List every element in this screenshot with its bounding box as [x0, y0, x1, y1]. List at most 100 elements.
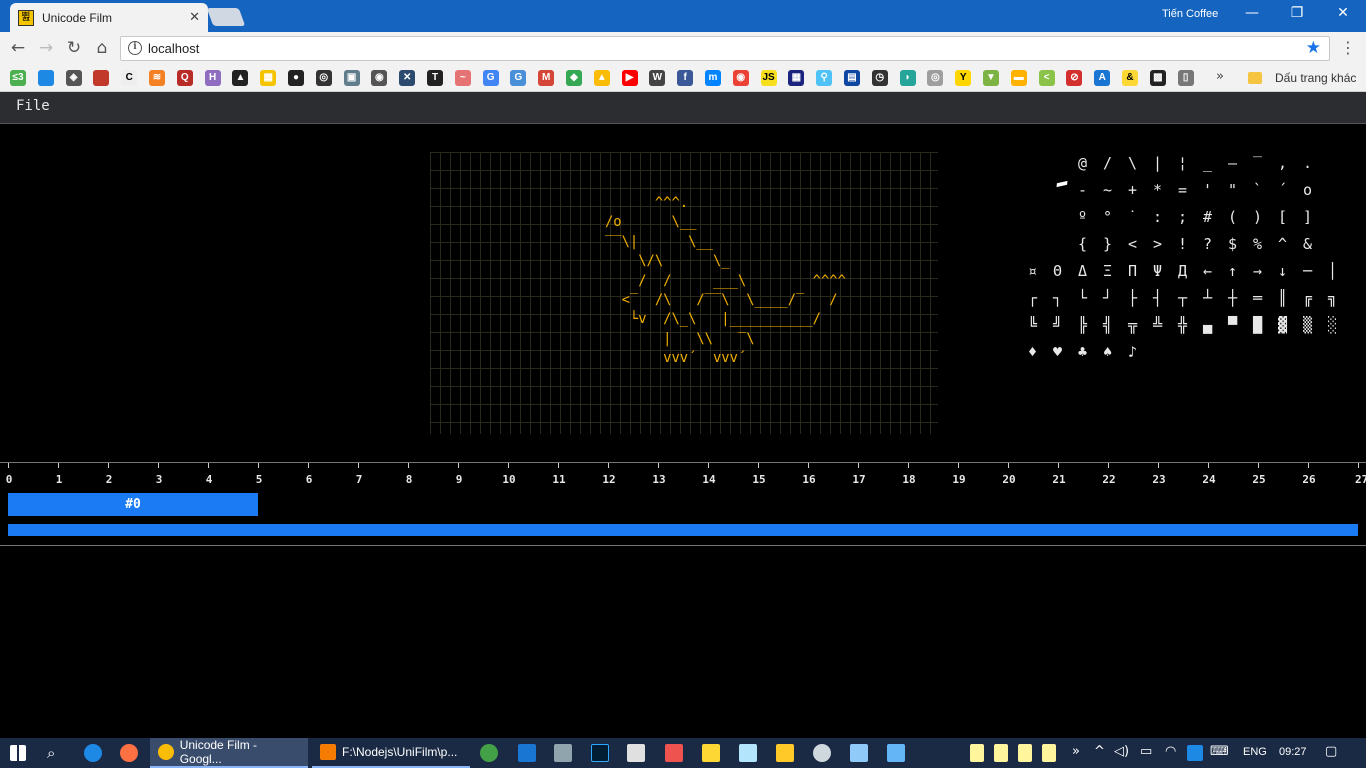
bookmark-icon[interactable]: [93, 70, 110, 86]
bookmark-icon[interactable]: ⊘: [1066, 70, 1083, 86]
battery-icon[interactable]: ▭: [1140, 744, 1152, 759]
wifi-icon[interactable]: ◠: [1165, 744, 1176, 759]
palette-char[interactable]: ┤: [1145, 285, 1170, 312]
maximize-icon[interactable]: ❐: [1285, 5, 1309, 21]
app-icon[interactable]: [554, 744, 572, 762]
sticky-note-icon[interactable]: [1018, 744, 1032, 762]
bookmark-icon[interactable]: ▦: [788, 70, 805, 86]
bookmark-icon[interactable]: M: [538, 70, 555, 86]
firefox-icon[interactable]: [120, 744, 138, 762]
palette-char[interactable]: ‾: [1245, 150, 1270, 177]
palette-char[interactable]: ▀: [1220, 312, 1245, 339]
palette-char[interactable]: :: [1145, 204, 1170, 231]
bookmark-icon[interactable]: ◆: [566, 70, 582, 86]
app-icon[interactable]: [850, 744, 868, 762]
palette-char[interactable]: ;: [1170, 204, 1195, 231]
palette-char[interactable]: ?: [1195, 231, 1220, 258]
palette-char[interactable]: ,: [1270, 150, 1295, 177]
app-icon[interactable]: [887, 744, 905, 762]
palette-char[interactable]: [: [1270, 204, 1295, 231]
palette-char[interactable]: -: [1070, 177, 1095, 204]
palette-char[interactable]: Д: [1170, 258, 1195, 285]
palette-char[interactable]: ┬: [1170, 285, 1195, 312]
palette-char[interactable]: *: [1145, 177, 1170, 204]
palette-char[interactable]: !: [1170, 231, 1195, 258]
address-bar[interactable]: i localhost ★: [120, 36, 1330, 61]
palette-char[interactable]: └: [1070, 285, 1095, 312]
sticky-note-icon[interactable]: [994, 744, 1008, 762]
bookmark-icon[interactable]: ⚲: [816, 70, 833, 86]
palette-char[interactable]: ´: [1270, 177, 1295, 204]
palette-char[interactable]: →: [1245, 258, 1270, 285]
bookmark-icon[interactable]: ~: [454, 70, 471, 86]
notepad-icon[interactable]: [739, 744, 757, 762]
palette-char[interactable]: }: [1095, 231, 1120, 258]
palette-char[interactable]: Δ: [1070, 258, 1095, 285]
palette-char[interactable]: |: [1145, 150, 1170, 177]
palette-char[interactable]: `: [1245, 177, 1270, 204]
bookmark-icon[interactable]: ▣: [343, 70, 360, 86]
settings-icon[interactable]: [813, 744, 831, 762]
bookmark-icon[interactable]: f: [677, 70, 694, 86]
bookmark-icon[interactable]: C: [121, 70, 138, 86]
palette-char[interactable]: @: [1070, 150, 1095, 177]
back-icon[interactable]: ←: [8, 38, 28, 58]
palette-char[interactable]: ╠: [1070, 312, 1095, 339]
palette-char[interactable]: °: [1095, 204, 1120, 231]
palette-char[interactable]: ╩: [1145, 312, 1170, 339]
palette-char[interactable]: ': [1195, 177, 1220, 204]
palette-char[interactable]: ♥: [1045, 339, 1070, 366]
bookmark-icon[interactable]: T: [427, 70, 443, 86]
palette-char[interactable]: (: [1220, 204, 1245, 231]
app-icon[interactable]: [480, 744, 498, 762]
palette-char[interactable]: Θ: [1045, 258, 1070, 285]
photoshop-icon[interactable]: [591, 744, 609, 762]
palette-char[interactable]: ]: [1295, 204, 1320, 231]
palette-char[interactable]: ▒: [1295, 312, 1320, 339]
palette-char[interactable]: ˙: [1120, 204, 1145, 231]
bookmark-icon[interactable]: ▶: [621, 70, 638, 86]
palette-char[interactable]: ~: [1095, 177, 1120, 204]
bookmark-icon[interactable]: ▩: [1149, 70, 1166, 86]
palette-char[interactable]: ▓: [1270, 312, 1295, 339]
bookmark-icon[interactable]: ▲: [232, 70, 249, 86]
menu-file[interactable]: File: [16, 98, 50, 114]
info-icon[interactable]: i: [128, 41, 142, 55]
palette-char[interactable]: /: [1095, 150, 1120, 177]
palette-char[interactable]: ║: [1270, 285, 1295, 312]
sticky-note-icon[interactable]: [970, 744, 984, 762]
edge-icon[interactable]: [84, 744, 102, 762]
bookmark-icon[interactable]: ▼: [983, 70, 999, 86]
keyboard-icon[interactable]: ⌨: [1210, 744, 1229, 759]
bookmark-icon[interactable]: ◷: [871, 70, 888, 86]
bookmark-icon[interactable]: ◉: [732, 70, 749, 86]
palette-char[interactable]: ┐: [1045, 285, 1070, 312]
language-indicator[interactable]: ENG: [1243, 746, 1267, 758]
palette-char[interactable]: ^: [1270, 231, 1295, 258]
taskbar-app-chrome[interactable]: Unicode Film - Googl...: [150, 738, 308, 768]
forward-icon[interactable]: →: [36, 38, 56, 58]
bookmark-icon[interactable]: ▬: [1010, 70, 1027, 86]
palette-char[interactable]: ╝: [1045, 312, 1070, 339]
timeline-scrollbar[interactable]: [8, 524, 1358, 536]
palette-char[interactable]: ┴: [1195, 285, 1220, 312]
palette-char[interactable]: ┼: [1220, 285, 1245, 312]
notifications-icon[interactable]: ▢: [1325, 744, 1337, 759]
palette-char[interactable]: ─: [1295, 258, 1320, 285]
tab-unicode-film[interactable]: 쀮 Unicode Film ✕: [10, 3, 208, 32]
palette-char[interactable]: ¦: [1170, 150, 1195, 177]
close-tab-icon[interactable]: ✕: [189, 10, 200, 25]
unikey-icon[interactable]: [1187, 745, 1203, 761]
frame-block[interactable]: #0: [8, 493, 258, 516]
palette-char[interactable]: º: [1070, 204, 1095, 231]
vscode-icon[interactable]: [518, 744, 536, 762]
palette-char[interactable]: ♠: [1095, 339, 1120, 366]
taskbar-app-sublime[interactable]: F:\Nodejs\UniFilm\p...: [312, 738, 470, 768]
palette-char[interactable]: ╦: [1120, 312, 1145, 339]
app-icon[interactable]: [665, 744, 683, 762]
palette-char[interactable]: o: [1295, 177, 1320, 204]
bookmark-icon[interactable]: W: [649, 70, 666, 86]
bookmark-icon[interactable]: A: [1094, 70, 1111, 86]
home-icon[interactable]: ⌂: [92, 38, 112, 58]
palette-char[interactable]: ¤: [1020, 258, 1045, 285]
